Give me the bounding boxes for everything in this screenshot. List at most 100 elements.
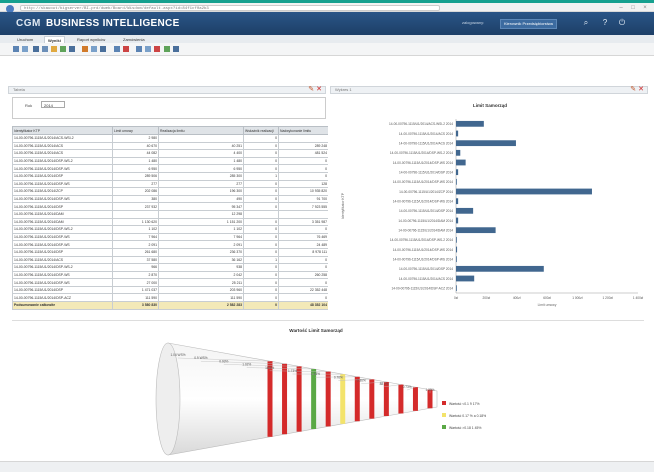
table-cell: 14-00-00796-1115/U1/2014/ACS	[13, 142, 113, 150]
bar	[456, 160, 466, 166]
run-icon	[164, 46, 170, 52]
table-row: 14-00-00796-1115/U1/2014/ACS-WSI-22 9800	[13, 135, 329, 143]
table-cell: 10 935 820	[279, 188, 329, 196]
table-cell: 1 102	[113, 226, 159, 234]
edit-icon[interactable]: ✎	[630, 86, 636, 93]
y-tick-label: 14-00-00796-1115/U1/2014/DSP 2014	[399, 170, 453, 174]
column-header[interactable]: Realizacja limitu	[159, 127, 244, 135]
table-cell: 0	[244, 271, 279, 279]
table-cell: 0	[244, 218, 279, 226]
table-cell: 76 469	[279, 233, 329, 241]
edit-icon[interactable]: ✎	[308, 86, 314, 93]
table-cell: 0	[279, 294, 329, 302]
help-icon[interactable]: ?	[600, 18, 610, 28]
y-axis-label: Identyfikator KTP	[341, 192, 345, 219]
data-table-wrap: Identyfikator KTPLimit umowyRealizacja l…	[12, 126, 328, 314]
toolbar-icons[interactable]	[0, 43, 654, 55]
right-panel-title: Wykres 1	[335, 87, 352, 92]
table-cell: 24 489	[279, 241, 329, 249]
left-panel-tools[interactable]: ✎ ✕	[308, 86, 322, 94]
table-cell: 14-00-00796-1115/U1/2014/ACS	[13, 150, 113, 158]
table-row: 14-00-00796-1115/U1/2014/DAM1 130 6201 1…	[13, 218, 329, 226]
column-header[interactable]: Identyfikator KTP	[13, 127, 113, 135]
close-icon[interactable]: ×	[640, 5, 650, 11]
table-cell: 91 700	[279, 195, 329, 203]
table-cell: 0	[279, 157, 329, 165]
bar	[456, 256, 457, 262]
right-panel-tools[interactable]: ✎ ✕	[630, 86, 644, 94]
segment-label: 18.5%	[265, 366, 274, 370]
close-panel-icon[interactable]: ✕	[638, 86, 644, 93]
table-row: 14-00-00796-1115/U1/2014/DSP237 93295 34…	[13, 203, 329, 211]
table-cell: 380	[113, 195, 159, 203]
table-cell: 1	[244, 172, 279, 180]
table-cell: 0	[244, 142, 279, 150]
table-cell: 277	[113, 180, 159, 188]
table-cell: 4 400	[159, 150, 244, 158]
table-cell: 0	[279, 279, 329, 287]
funnel-segment	[413, 387, 418, 411]
year-select[interactable]: 2014	[41, 101, 65, 108]
address-bar[interactable]: http://skauout/bigserver/BI-prd/dweb/Boa…	[20, 5, 440, 11]
table-cell: 0	[244, 180, 279, 188]
browser-bar: http://skauout/bigserver/BI-prd/dweb/Boa…	[0, 0, 654, 12]
table-cell: 196 300	[159, 188, 244, 196]
column-header[interactable]: Wskaźnik realizacji	[244, 127, 279, 135]
table-body: 14-00-00796-1115/U1/2014/ACS-WSI-22 9800…	[13, 135, 329, 310]
table-cell: 0	[244, 279, 279, 287]
segment-label: 0.36%	[357, 379, 366, 383]
column-header[interactable]: Nadwykonanie limitu	[279, 127, 329, 135]
table-cell: 490	[159, 195, 244, 203]
refresh-icon	[69, 46, 75, 52]
y-tick-label: 14-00-00796-1115/U1/2014/DSP-WS 2014	[393, 248, 454, 252]
x-tick-label: 0zł	[454, 296, 458, 300]
table-cell: 966	[113, 264, 159, 272]
bar	[456, 247, 457, 253]
table-cell: 0	[244, 233, 279, 241]
table-cell: 0	[279, 172, 329, 180]
y-tick-label: 14-00-00796-1115/U1/2014/DSP-WS 2014	[393, 161, 454, 165]
search-icon[interactable]: ⌕	[581, 18, 591, 28]
close-panel-icon[interactable]: ✕	[316, 86, 322, 93]
maximize-icon[interactable]: □	[628, 5, 638, 11]
grid-icon	[114, 46, 120, 52]
tab-raport[interactable]: Raport wyników	[74, 36, 108, 43]
filter-icon	[91, 46, 97, 52]
funnel-segment	[355, 377, 360, 421]
table-cell: 8 978 111	[279, 248, 329, 256]
funnel-segment	[340, 374, 345, 424]
tab-uruchom[interactable]: Uruchom	[14, 36, 36, 43]
minimize-icon[interactable]: –	[616, 5, 626, 11]
table-cell: 2 042	[159, 271, 244, 279]
bar	[456, 266, 544, 272]
x-tick-label: 200zł	[483, 296, 491, 300]
table-cell: 22 352 448	[279, 286, 329, 294]
table-cell: 1 480	[159, 157, 244, 165]
table-row: 14-00-00796-1115/U1/2014/DSP-WS2 0912 09…	[13, 241, 329, 249]
user-role-button[interactable]: Kierownik Przedsiębiorstwa	[500, 19, 557, 29]
table-cell: 0	[244, 248, 279, 256]
table-cell: 1 471 037	[113, 286, 159, 294]
y-tick-label: 14-00-00796-1115/U1/2014/DSP-ACZ 2014	[391, 286, 453, 290]
y-tick-label: 14-00-00796-1115/U1/2014/DSP-WS 2014	[393, 199, 454, 203]
table-cell: 14-00-00796-1115/U1/2014/DSP	[13, 286, 113, 294]
table-cell: 237 932	[113, 203, 159, 211]
logout-icon[interactable]: ⏻	[617, 18, 627, 28]
table-cell: 1 151 200	[159, 218, 244, 226]
y-tick-label: 14-00-00796-1115/U1/2014/DSP-WS-2 2014	[390, 151, 453, 155]
table-cell: 0	[279, 264, 329, 272]
column-header[interactable]: Limit umowy	[113, 127, 159, 135]
legend-swatch	[442, 413, 446, 417]
funnel-segment	[297, 366, 302, 431]
table-cell: 48 352 104	[279, 302, 329, 310]
toolbar	[0, 43, 654, 56]
table-row: 14-00-00796-1115/U1/2014/DSP-WS-21 4801 …	[13, 157, 329, 165]
bar	[456, 150, 460, 156]
user-label: zalogowany:	[462, 20, 484, 25]
stop-icon	[154, 46, 160, 52]
y-tick-label: 14-00-00796-1115/U1/2014/ACS-WSI-2 2014	[389, 122, 453, 126]
table-cell: 14-00-00796-1115/U1/2014/DAM	[13, 218, 113, 226]
table-row: 14-00-00796-1115/U1/2014/DAM12 298	[13, 210, 329, 218]
bar	[456, 227, 496, 233]
tab-zamowienia[interactable]: Zamówienia	[120, 36, 148, 43]
